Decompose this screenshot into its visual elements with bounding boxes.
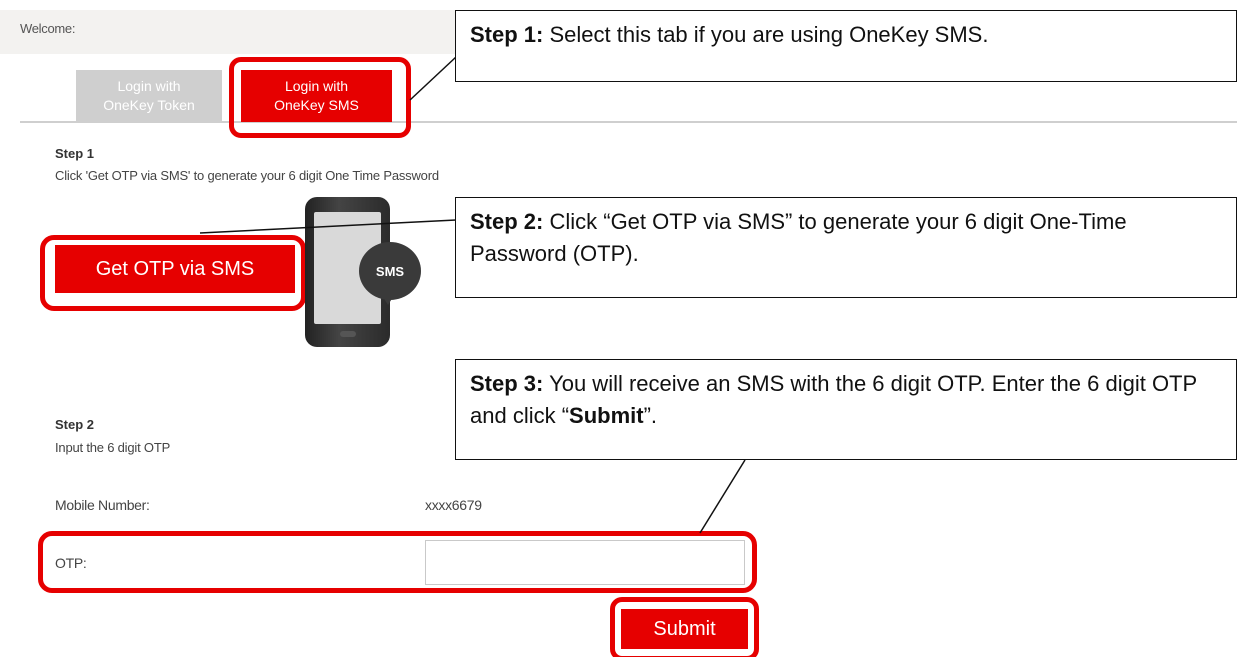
callout-step1-title: Step 1: xyxy=(470,22,544,47)
highlight-sms-tab xyxy=(229,57,411,138)
tab-label-line1: Login with xyxy=(117,78,181,94)
step1-heading: Step 1 xyxy=(55,146,95,161)
welcome-text: Welcome: xyxy=(20,21,76,36)
highlight-submit-button xyxy=(610,597,759,657)
highlight-otp-button xyxy=(40,235,306,311)
mobile-number-label: Mobile Number: xyxy=(55,497,150,513)
callout-step3-end: ”. xyxy=(643,403,658,428)
step2-heading: Step 2 xyxy=(55,417,95,432)
sms-bubble-icon: SMS xyxy=(359,242,421,300)
mobile-number-value: xxxx6679 xyxy=(425,497,482,513)
callout-step3-submit: Submit xyxy=(569,403,644,428)
step2-instruction: Input the 6 digit OTP xyxy=(55,440,171,455)
step1-instruction: Click 'Get OTP via SMS' to generate your… xyxy=(55,168,439,183)
highlight-otp-row xyxy=(38,531,757,593)
callout-step1: Step 1: Select this tab if you are using… xyxy=(455,10,1237,82)
tab-label-line2: OneKey Token xyxy=(103,97,195,113)
callout-step2: Step 2: Click “Get OTP via SMS” to gener… xyxy=(455,197,1237,298)
tab-onekey-token[interactable]: Login with OneKey Token xyxy=(76,70,222,122)
callout-step2-text: Click “Get OTP via SMS” to generate your… xyxy=(470,209,1127,266)
callout-step2-title: Step 2: xyxy=(470,209,544,234)
callout-step1-text: Select this tab if you are using OneKey … xyxy=(543,22,989,47)
callout-step3-title: Step 3: xyxy=(470,371,544,396)
callout-step3: Step 3: You will receive an SMS with the… xyxy=(455,359,1237,460)
phone-home-button xyxy=(340,331,356,337)
